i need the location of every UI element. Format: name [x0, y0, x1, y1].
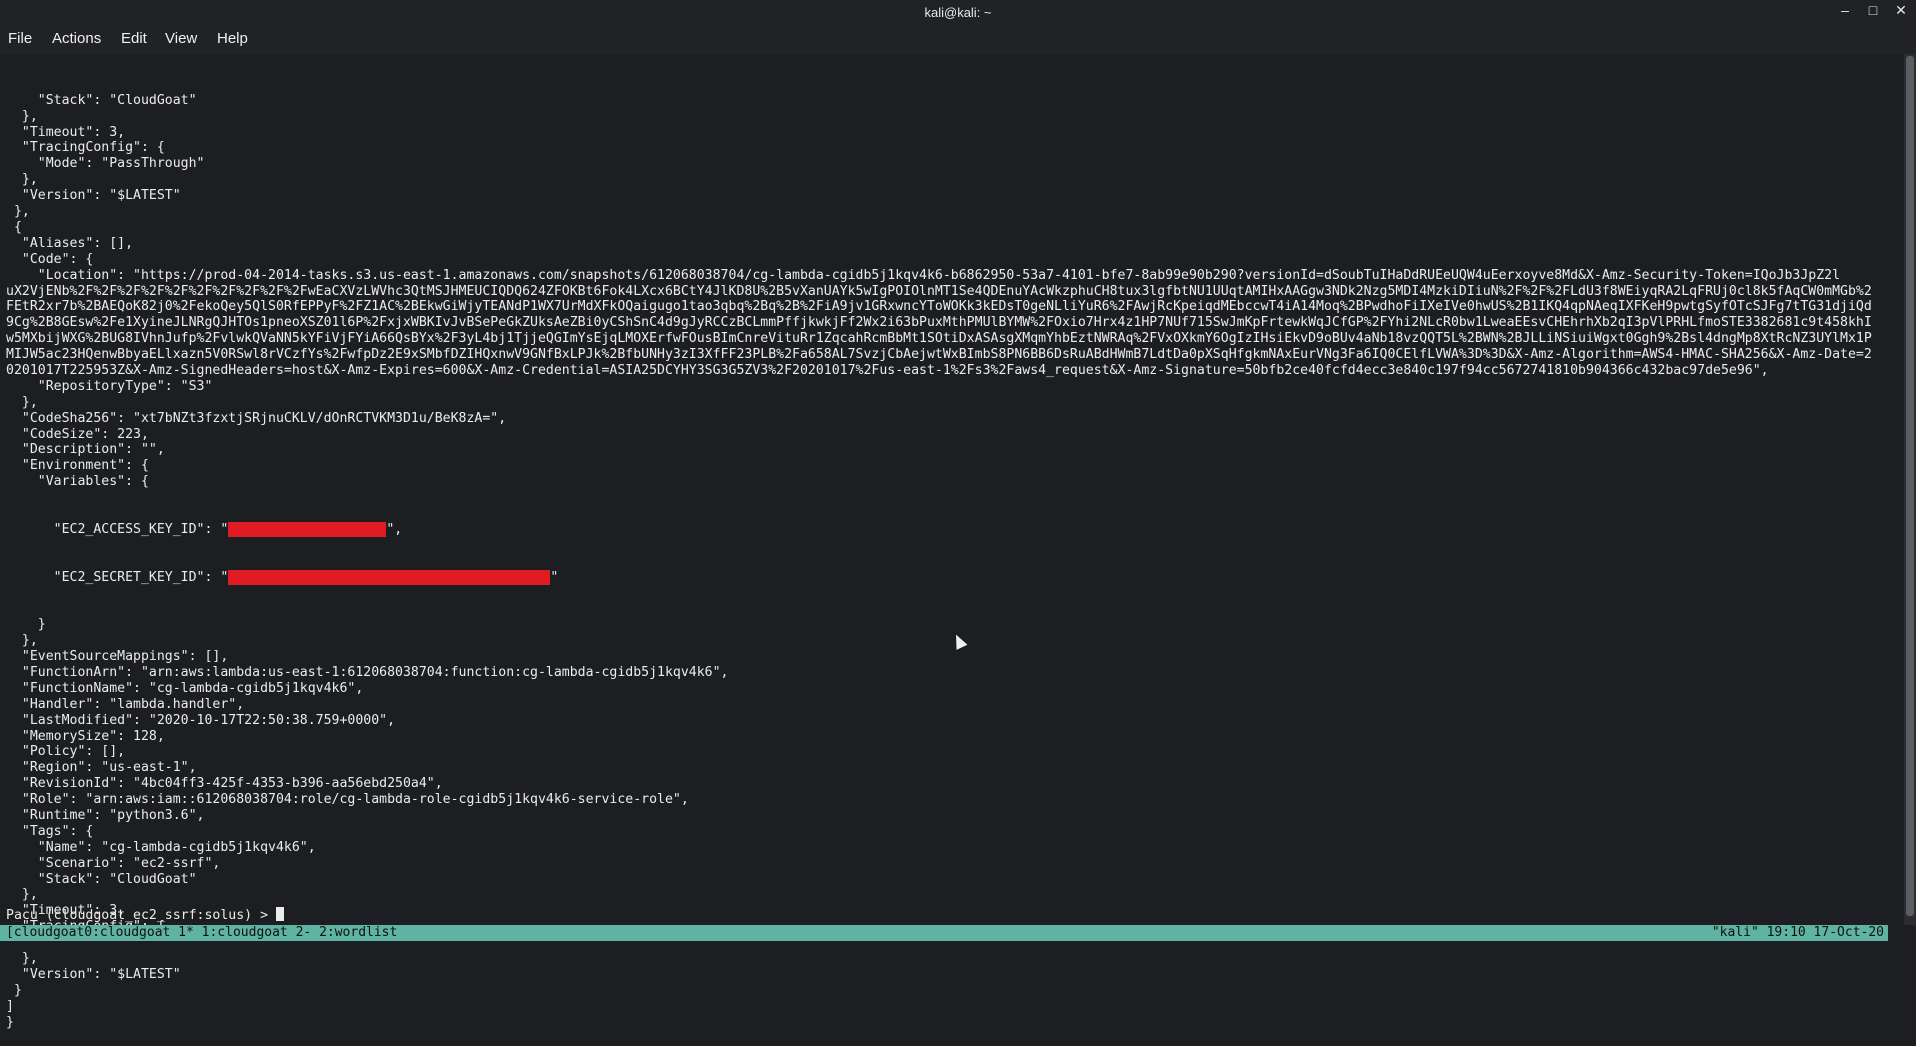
terminal-line: 9Cg%2B8GEsw%2Fe1XyineJLNRgQJHTOs1pneoXSZ… [6, 315, 1872, 331]
terminal-line: } [6, 982, 22, 998]
terminal-line: }, [6, 394, 38, 410]
terminal-line: "Region": "us-east-1", [6, 760, 197, 776]
secret-key-suffix: " [550, 569, 559, 585]
terminal-line: }, [6, 172, 38, 188]
terminal-line: } [6, 617, 46, 633]
terminal-line: "Handler": "lambda.handler", [6, 696, 245, 712]
terminal-line: "Name": "cg-lambda-cgidb5j1kqv4k6", [6, 839, 316, 855]
terminal-line: { [6, 219, 22, 235]
terminal-line: "Timeout": 3, [6, 903, 126, 919]
terminal-line: "Timeout": 3, [6, 124, 126, 140]
terminal-line: }, [6, 951, 38, 966]
terminal-line: "Runtime": "python3.6", [6, 807, 205, 823]
menu-edit[interactable]: Edit [121, 30, 147, 47]
close-icon[interactable]: ✕ [1894, 2, 1908, 19]
window-bottom-edge [0, 941, 1916, 952]
terminal-line: "RevisionId": "4bc04ff3-425f-4353-b396-a… [6, 776, 443, 792]
terminal-line: 0201017T225953Z&X-Amz-SignedHeaders=host… [6, 362, 1769, 378]
maximize-icon[interactable]: □ [1866, 2, 1880, 19]
terminal-line: "Environment": { [6, 458, 149, 474]
terminal-line-access-key: "EC2_ACCESS_KEY_ID": " ", [6, 521, 1906, 538]
tmux-status-right: "kali" 19:10 17-Oct-20 [1711, 925, 1884, 940]
redaction-box [228, 521, 387, 537]
terminal-block-bottom: } }, "EventSourceMappings": [], "Functio… [6, 617, 1906, 1030]
terminal-line: uX2VjENb%2F%2F%2F%2F%2F%2F%2F%2F%2F%2FwE… [6, 283, 1872, 299]
terminal-line: "Tags": { [6, 823, 94, 839]
terminal-line: "EventSourceMappings": [], [6, 649, 229, 665]
tmux-status-bar: [cloudgoat0:cloudgoat 1* 1:cloudgoat 2- … [0, 925, 1888, 941]
terminal-line: "RepositoryType": "S3" [6, 378, 213, 394]
terminal-line: w5MXbijWXG%2BUG8IVhnJufp%2FvlwkQVaNN5kYF… [6, 331, 1872, 347]
access-key-label: "EC2_ACCESS_KEY_ID": " [6, 521, 229, 537]
minimize-icon[interactable]: – [1838, 2, 1852, 19]
window-titlebar: kali@kali: ~ – □ ✕ [0, 0, 1916, 24]
window-title: kali@kali: ~ [924, 5, 992, 20]
terminal-block-top: "Stack": "CloudGoat" }, "Timeout": 3, "T… [6, 93, 1906, 490]
terminal-line: "TracingConfig": { [6, 140, 165, 156]
scrollbar-thumb[interactable] [1906, 56, 1914, 916]
terminal-line: MIJW5ac23HQenwBbyaELlxazn5V0RSwl8rVCzfYs… [6, 347, 1872, 363]
terminal-line-secret-key: "EC2_SECRET_KEY_ID": " " [6, 569, 1906, 586]
terminal-line: ] [6, 998, 14, 1014]
terminal-line: }, [6, 204, 30, 220]
menu-bar: File Actions Edit View Help [0, 24, 1916, 54]
terminal-line: "CodeSize": 223, [6, 426, 149, 442]
redaction-box [228, 569, 551, 585]
terminal-line: }, [6, 108, 38, 124]
terminal-line: "Location": "https://prod-04-2014-tasks.… [6, 267, 1841, 283]
terminal-line: "Stack": "CloudGoat" [6, 871, 197, 887]
terminal-line: "Variables": { [6, 474, 149, 490]
scrollbar[interactable] [1904, 54, 1916, 925]
terminal-line: "Scenario": "ec2-ssrf", [6, 855, 221, 871]
terminal-line: "FunctionArn": "arn:aws:lambda:us-east-1… [6, 664, 729, 680]
terminal-line: "CodeSha256": "xt7bNZt3fzxtjSRjnuCKLV/dO… [6, 410, 507, 426]
terminal-line: "FunctionName": "cg-lambda-cgidb5j1kqv4k… [6, 680, 364, 696]
terminal-line: "LastModified": "2020-10-17T22:50:38.759… [6, 712, 396, 728]
terminal-line: FEtR2xr7b%2BAEQoK82j0%2FekoQey5QlS0RfEPP… [6, 299, 1872, 315]
window-controls: – □ ✕ [1838, 2, 1908, 19]
terminal-line: "Stack": "CloudGoat" [6, 92, 197, 108]
terminal-prompt[interactable]: Pacu (cloudgoat_ec2_ssrf:solus) > [6, 907, 284, 923]
terminal-line: "Version": "$LATEST" [6, 966, 181, 982]
terminal-line: "Aliases": [], [6, 235, 134, 251]
access-key-suffix: ", [386, 521, 403, 537]
menu-help[interactable]: Help [217, 30, 248, 47]
terminal-line: "Description": "", [6, 442, 165, 458]
terminal-line: "Policy": [], [6, 744, 126, 760]
secret-key-label: "EC2_SECRET_KEY_ID": " [6, 569, 229, 585]
terminal-line: "Role": "arn:aws:iam::612068038704:role/… [6, 792, 689, 808]
menu-view[interactable]: View [165, 30, 197, 47]
prompt-text: Pacu (cloudgoat_ec2_ssrf:solus) > [6, 908, 276, 923]
terminal-line: "Version": "$LATEST" [6, 188, 181, 204]
terminal-line: }, [6, 887, 38, 903]
terminal-line: } [6, 1014, 14, 1030]
terminal-output: "Stack": "CloudGoat" }, "Timeout": 3, "T… [6, 61, 1906, 1046]
text-cursor [275, 907, 284, 921]
menu-actions[interactable]: Actions [52, 30, 101, 47]
tmux-window-list[interactable]: [cloudgoat0:cloudgoat 1* 1:cloudgoat 2- … [6, 925, 397, 941]
menu-file[interactable]: File [8, 30, 32, 47]
terminal-line: "Mode": "PassThrough" [6, 156, 205, 172]
terminal-line: "MemorySize": 128, [6, 728, 165, 744]
terminal-line: "Code": { [6, 251, 94, 267]
